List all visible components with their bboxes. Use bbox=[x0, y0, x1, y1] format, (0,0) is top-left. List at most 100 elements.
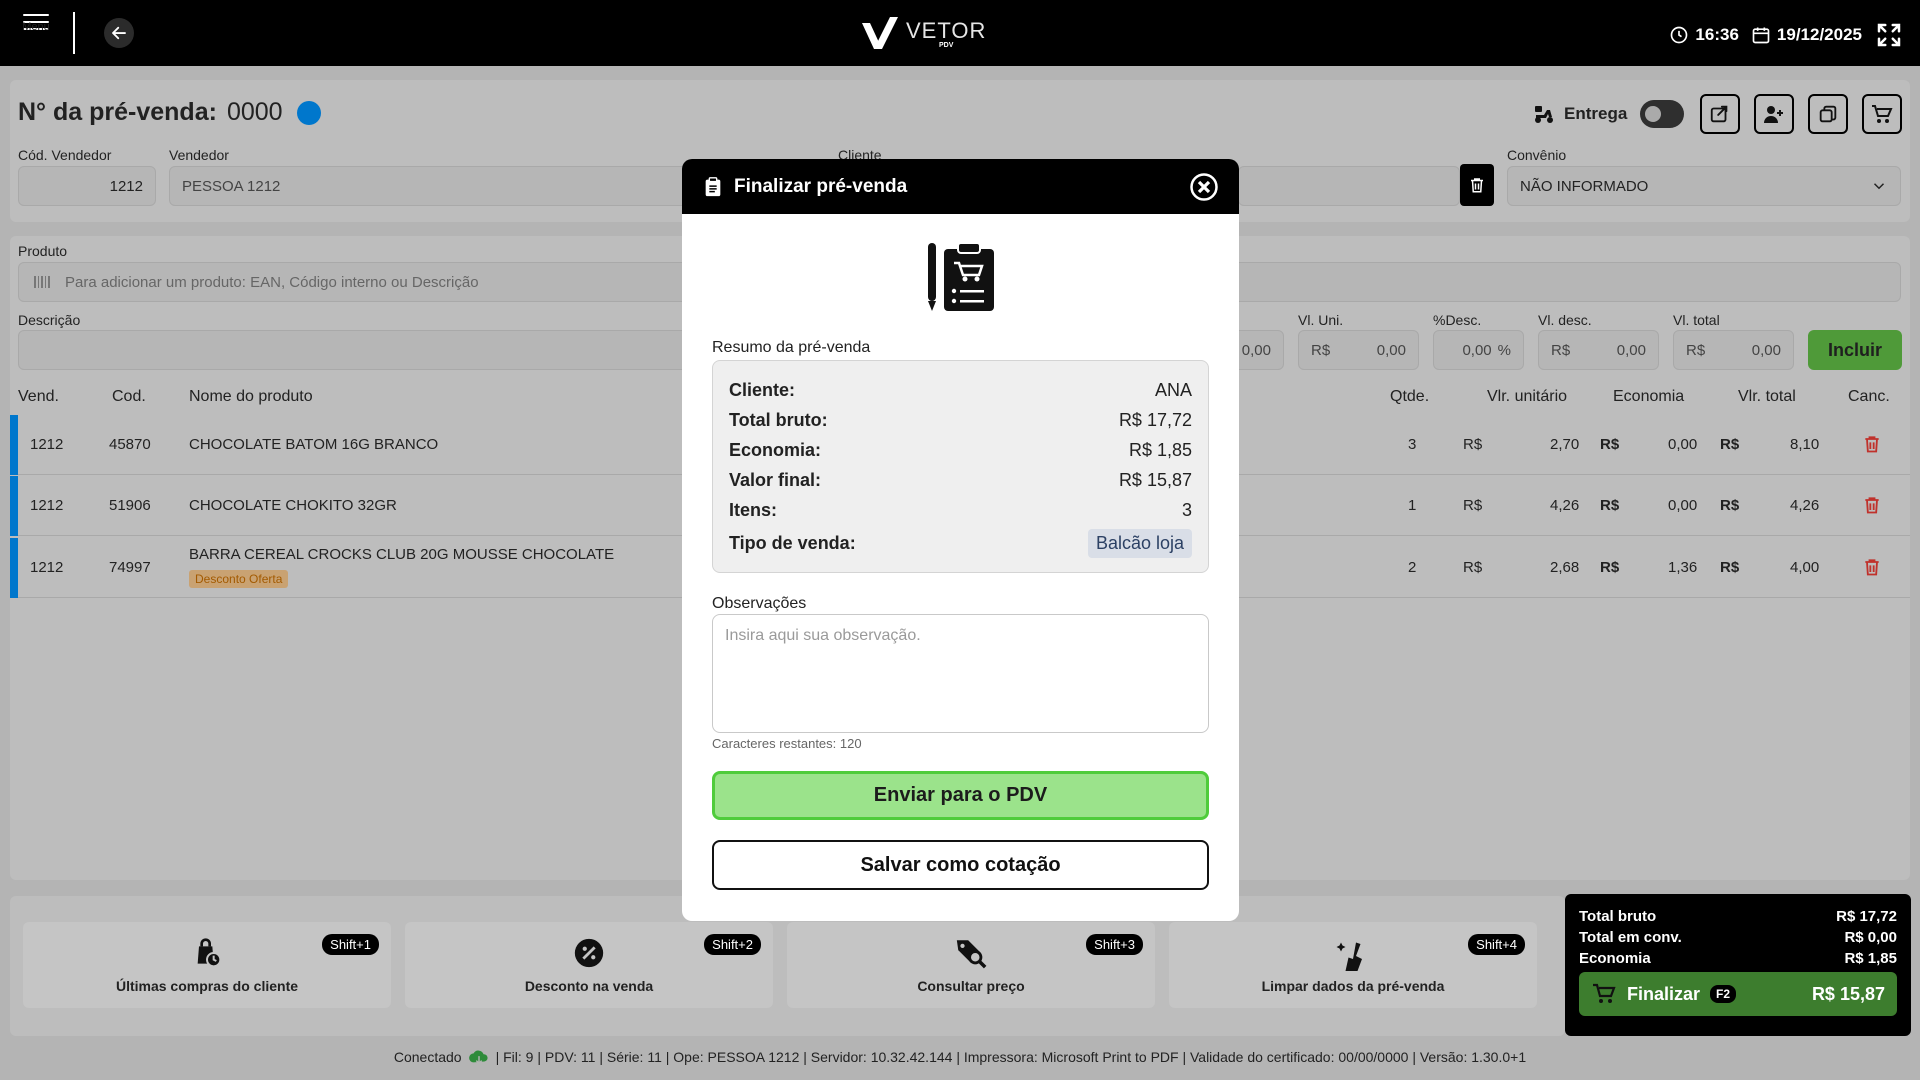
copy-button[interactable] bbox=[1808, 94, 1848, 134]
summary-row: Total bruto: R$ 17,72 bbox=[729, 405, 1192, 435]
shortcut-key: Shift+3 bbox=[1086, 934, 1143, 955]
economia-value: R$ 1,85 bbox=[1844, 950, 1897, 967]
delete-row-icon[interactable] bbox=[1862, 433, 1882, 455]
vl-total-label: Vl. total bbox=[1673, 312, 1720, 328]
col-cod: Cod. bbox=[112, 388, 146, 405]
shortcut-label: Consultar preço bbox=[917, 978, 1025, 994]
row-name: CHOCOLATE BATOM 16G BRANCO bbox=[189, 436, 439, 453]
summary-row: Economia: R$ 1,85 bbox=[729, 435, 1192, 465]
send-to-pdv-button[interactable]: Enviar para o PDV bbox=[712, 771, 1209, 820]
desc-pct-label: %Desc. bbox=[1433, 312, 1482, 328]
sale-discount-button[interactable]: Shift+2 Desconto na venda bbox=[405, 922, 773, 1008]
vetor-logo-icon bbox=[862, 17, 898, 49]
clock-icon bbox=[1671, 26, 1688, 44]
sale-type-badge: Balcão loja bbox=[1087, 528, 1192, 558]
menu-label: Menu bbox=[22, 21, 50, 33]
chevron-down-icon bbox=[1873, 183, 1885, 190]
shortcut-label: Últimas compras do cliente bbox=[115, 978, 299, 994]
col-economia: Economia bbox=[1613, 388, 1685, 405]
convenio-label: Convênio bbox=[1507, 147, 1567, 163]
clock-time: 16:36 bbox=[1695, 25, 1739, 44]
vl-uni-label: Vl. Uni. bbox=[1298, 312, 1344, 328]
summary-row: Tipo de venda: Balcão loja bbox=[729, 525, 1192, 561]
chars-remaining: Caracteres restantes: 120 bbox=[712, 736, 862, 751]
shortcut-key: Shift+2 bbox=[704, 934, 761, 955]
convenio-value: NÃO INFORMADO bbox=[1520, 177, 1649, 195]
current-date: 19/12/2025 bbox=[1776, 25, 1862, 44]
row-unit-currency: R$ bbox=[1463, 559, 1483, 576]
cloud-icon bbox=[468, 1050, 488, 1065]
clear-pre-sale-button[interactable]: Shift+4 Limpar dados da pré-venda bbox=[1169, 922, 1537, 1008]
fullscreen-icon[interactable] bbox=[1874, 20, 1904, 50]
desc-pct-field[interactable]: 0,00 % bbox=[1433, 330, 1524, 370]
row-qtde: 2 bbox=[1408, 559, 1417, 576]
save-quote-button[interactable]: Salvar como cotação bbox=[712, 840, 1209, 890]
shortcut-key: Shift+4 bbox=[1468, 934, 1525, 955]
vl-desc-field[interactable]: R$ 0,00 bbox=[1538, 330, 1659, 370]
total-bruto-value: R$ 17,72 bbox=[1836, 908, 1897, 925]
total-conv-value: R$ 0,00 bbox=[1844, 929, 1897, 946]
row-qtde: 3 bbox=[1408, 436, 1417, 453]
row-marker bbox=[10, 415, 18, 475]
divider bbox=[73, 12, 75, 54]
cart-config-button[interactable] bbox=[1862, 94, 1902, 134]
vl-uni-field[interactable]: R$ 0,00 bbox=[1298, 330, 1419, 370]
summary-box: Cliente: ANA Total bruto: R$ 17,72 Economi… bbox=[712, 360, 1209, 573]
cart-settings-icon bbox=[1872, 105, 1893, 123]
summary-key: Cliente: bbox=[729, 379, 796, 400]
discount-badge-icon bbox=[574, 938, 604, 968]
top-bar: Menu VETOR PDV 16:36 19/12/2025 bbox=[0, 0, 1920, 66]
finalize-button[interactable]: Finalizar F2 R$ 15,87 bbox=[1579, 972, 1897, 1016]
logo-text: VETOR bbox=[906, 17, 987, 43]
share-button[interactable] bbox=[1700, 94, 1740, 134]
row-total-currency: R$ bbox=[1720, 559, 1740, 576]
row-total-currency: R$ bbox=[1720, 497, 1740, 514]
delivery-toggle[interactable] bbox=[1640, 100, 1684, 128]
vl-total-field[interactable]: R$ 0,00 bbox=[1673, 330, 1794, 370]
delete-row-icon[interactable] bbox=[1862, 494, 1882, 516]
row-marker bbox=[10, 476, 18, 536]
summary-key: Total bruto: bbox=[729, 409, 828, 430]
vendedor-label: Vendedor bbox=[169, 147, 229, 163]
cliente-field[interactable] bbox=[1238, 166, 1460, 206]
connection-status: Conectado bbox=[393, 1049, 462, 1065]
vl-desc-currency: R$ bbox=[1551, 341, 1571, 359]
price-check-button[interactable]: Shift+3 Consultar preço bbox=[787, 922, 1155, 1008]
modal-header: Finalizar pré-venda bbox=[682, 159, 1239, 214]
total-bruto-label: Total bruto bbox=[1579, 908, 1657, 925]
row-cod: 45870 bbox=[109, 436, 151, 453]
vl-total-currency: R$ bbox=[1686, 341, 1706, 359]
economia-label: Economia bbox=[1579, 950, 1651, 967]
page-title: N° da pré-venda: 0000 bbox=[18, 98, 321, 127]
observations-input[interactable] bbox=[712, 614, 1209, 733]
desc-pct-value: 0,00 bbox=[1462, 341, 1492, 359]
status-details: | Fil: 9 | PDV: 11 | Série: 11 | Ope: PE… bbox=[495, 1049, 1527, 1065]
share-icon bbox=[1710, 105, 1728, 123]
row-total: 8,10 bbox=[1790, 436, 1820, 453]
summary-key: Itens: bbox=[729, 499, 778, 520]
finalize-amount: R$ 15,87 bbox=[1811, 983, 1885, 1004]
last-purchases-button[interactable]: Shift+1 Últimas compras do cliente bbox=[23, 922, 391, 1008]
summary-value: 3 bbox=[1181, 499, 1192, 520]
col-nome: Nome do produto bbox=[189, 388, 313, 405]
vl-desc-label: Vl. desc. bbox=[1538, 312, 1592, 328]
copy-icon bbox=[1819, 105, 1837, 123]
user-plus-icon bbox=[1764, 106, 1783, 123]
delivery-label: Entrega bbox=[1532, 102, 1627, 126]
convenio-select[interactable]: NÃO INFORMADO bbox=[1507, 166, 1901, 206]
cod-vendedor-field[interactable]: 1212 bbox=[18, 166, 156, 206]
menu-button[interactable]: Menu bbox=[18, 14, 54, 54]
barcode-icon bbox=[34, 276, 50, 288]
summary-value: R$ 15,87 bbox=[1118, 469, 1192, 490]
pct-sign: % bbox=[1497, 341, 1511, 359]
clear-customer-button[interactable] bbox=[1460, 164, 1494, 206]
back-button[interactable] bbox=[104, 18, 134, 48]
include-button[interactable]: Incluir bbox=[1808, 330, 1902, 370]
delete-row-icon[interactable] bbox=[1862, 556, 1882, 578]
col-total: Vlr. total bbox=[1738, 388, 1796, 405]
add-customer-button[interactable] bbox=[1754, 94, 1794, 134]
vendedor-field[interactable]: PESSOA 1212 bbox=[169, 166, 689, 206]
close-icon[interactable] bbox=[1189, 172, 1219, 202]
row-total: 4,26 bbox=[1790, 497, 1820, 514]
sale-type-label: Tipo de venda: bbox=[729, 532, 856, 553]
